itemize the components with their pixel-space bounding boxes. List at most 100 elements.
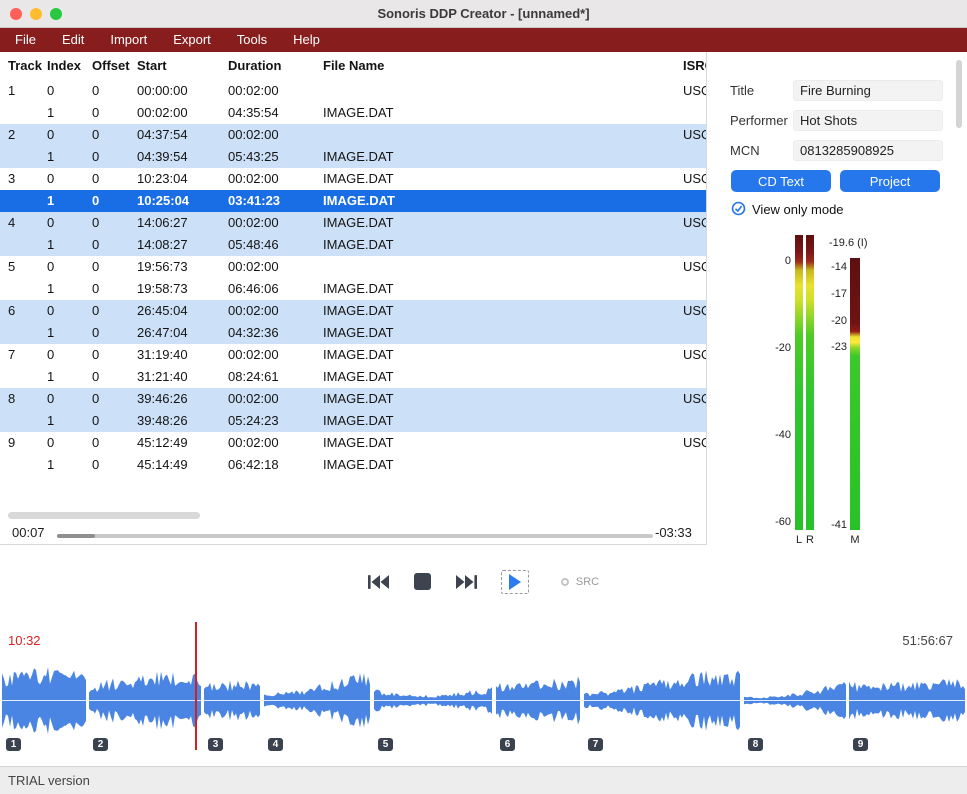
waveform-track-8[interactable]: 8: [744, 654, 846, 747]
cell-start: 00:02:00: [137, 102, 228, 124]
cell-isrc: USQ: [683, 432, 706, 454]
mcn-label: MCN: [730, 143, 760, 158]
cell-duration: 04:32:36: [228, 322, 323, 344]
waveform-track-area: 123456789: [0, 654, 967, 747]
src-indicator-icon[interactable]: [561, 578, 569, 586]
project-button[interactable]: Project: [840, 170, 940, 192]
column-header-isrc[interactable]: ISRC: [683, 52, 706, 80]
table-row[interactable]: 60026:45:0400:02:00IMAGE.DATUSQ: [0, 300, 706, 322]
table-row[interactable]: 1039:48:2605:24:23IMAGE.DAT: [0, 410, 706, 432]
panel-scrollbar[interactable]: [956, 60, 962, 128]
cell-file: IMAGE.DAT: [323, 102, 683, 124]
column-header-file-name[interactable]: File Name: [323, 52, 683, 80]
waveform-track-2[interactable]: 2: [89, 654, 201, 747]
cell-track: 7: [8, 344, 47, 366]
cell-index: 0: [47, 256, 92, 278]
play-button[interactable]: [508, 574, 522, 590]
play-button-focus-ring: [501, 570, 529, 594]
column-header-start[interactable]: Start: [137, 52, 228, 80]
table-row[interactable]: 1026:47:0404:32:36IMAGE.DAT: [0, 322, 706, 344]
table-row[interactable]: 1031:21:4008:24:61IMAGE.DAT: [0, 366, 706, 388]
horizontal-scrollbar[interactable]: [8, 512, 200, 519]
track-number-badge: 8: [748, 738, 763, 751]
cd-text-button[interactable]: CD Text: [731, 170, 831, 192]
cell-isrc: [683, 190, 706, 212]
menu-export[interactable]: Export: [160, 28, 224, 52]
cell-offset: 0: [92, 212, 137, 234]
cell-offset: 0: [92, 102, 137, 124]
column-header-index[interactable]: Index: [47, 52, 92, 80]
cell-track: [8, 146, 47, 168]
cell-track: [8, 322, 47, 344]
table-row[interactable]: 1045:14:4906:42:18IMAGE.DAT: [0, 454, 706, 476]
close-button[interactable]: [10, 8, 22, 20]
waveform-track-3[interactable]: 3: [204, 654, 261, 747]
column-header-duration[interactable]: Duration: [228, 52, 323, 80]
playhead-cursor[interactable]: [195, 622, 197, 750]
table-row[interactable]: 1010:25:0403:41:23IMAGE.DAT: [0, 190, 706, 212]
cell-duration: 05:43:25: [228, 146, 323, 168]
waveform-track-7[interactable]: 7: [584, 654, 741, 747]
cell-duration: 05:24:23: [228, 410, 323, 432]
previous-track-button[interactable]: [368, 575, 390, 589]
column-header-offset[interactable]: Offset: [92, 52, 137, 80]
cell-index: 0: [47, 344, 92, 366]
table-row[interactable]: 10000:00:0000:02:00USQ: [0, 80, 706, 102]
next-track-button[interactable]: [455, 575, 477, 589]
meter-bar-right: [806, 235, 814, 530]
view-only-check-icon[interactable]: [731, 201, 746, 219]
table-row[interactable]: 1000:02:0004:35:54IMAGE.DAT: [0, 102, 706, 124]
cell-duration: 06:46:06: [228, 278, 323, 300]
cell-offset: 0: [92, 366, 137, 388]
zoom-button[interactable]: [50, 8, 62, 20]
cell-start: 45:12:49: [137, 432, 228, 454]
cell-isrc: [683, 322, 706, 344]
table-row[interactable]: 70031:19:4000:02:00IMAGE.DATUSQ: [0, 344, 706, 366]
table-row[interactable]: 1004:39:5405:43:25IMAGE.DAT: [0, 146, 706, 168]
loudness-scale-tick: -41: [801, 519, 847, 531]
table-row[interactable]: 1014:08:2705:48:46IMAGE.DAT: [0, 234, 706, 256]
waveform-track-4[interactable]: 4: [264, 654, 371, 747]
cell-track: [8, 190, 47, 212]
cell-duration: 00:02:00: [228, 124, 323, 146]
cell-file: IMAGE.DAT: [323, 410, 683, 432]
cell-isrc: USQ: [683, 80, 706, 102]
stop-button[interactable]: [414, 573, 431, 590]
cell-isrc: USQ: [683, 168, 706, 190]
table-row[interactable]: 50019:56:7300:02:00USQ: [0, 256, 706, 278]
title-field[interactable]: [793, 80, 943, 101]
table-row[interactable]: 40014:06:2700:02:00IMAGE.DATUSQ: [0, 212, 706, 234]
seek-bar[interactable]: [57, 534, 653, 538]
cell-offset: 0: [92, 124, 137, 146]
table-row[interactable]: 90045:12:4900:02:00IMAGE.DATUSQ: [0, 432, 706, 454]
cell-isrc: [683, 234, 706, 256]
cell-file: IMAGE.DAT: [323, 234, 683, 256]
menu-tools[interactable]: Tools: [224, 28, 280, 52]
column-header-track[interactable]: Track: [8, 52, 47, 80]
cell-file: [323, 80, 683, 102]
table-row[interactable]: 80039:46:2600:02:00IMAGE.DATUSQ: [0, 388, 706, 410]
waveform-track-1[interactable]: 1: [2, 654, 86, 747]
table-row[interactable]: 20004:37:5400:02:00USQ: [0, 124, 706, 146]
menu-file[interactable]: File: [2, 28, 49, 52]
cell-file: IMAGE.DAT: [323, 322, 683, 344]
seek-progress: [57, 534, 95, 538]
cell-offset: 0: [92, 234, 137, 256]
performer-field[interactable]: [793, 110, 943, 131]
mcn-field[interactable]: [793, 140, 943, 161]
minimize-button[interactable]: [30, 8, 42, 20]
window-title: Sonoris DDP Creator - [unnamed*]: [377, 6, 589, 21]
menu-import[interactable]: Import: [97, 28, 160, 52]
table-row[interactable]: 1019:58:7306:46:06IMAGE.DAT: [0, 278, 706, 300]
cell-isrc: USQ: [683, 388, 706, 410]
menu-edit[interactable]: Edit: [49, 28, 97, 52]
track-number-badge: 9: [853, 738, 868, 751]
waveform-track-6[interactable]: 6: [496, 654, 581, 747]
table-row[interactable]: 30010:23:0400:02:00IMAGE.DATUSQ: [0, 168, 706, 190]
loudness-scale-tick: -23: [801, 341, 847, 353]
cell-duration: 05:48:46: [228, 234, 323, 256]
waveform-track-5[interactable]: 5: [374, 654, 493, 747]
waveform-track-9[interactable]: 9: [849, 654, 965, 747]
menu-help[interactable]: Help: [280, 28, 333, 52]
loudness-channel-label: M: [848, 534, 862, 546]
